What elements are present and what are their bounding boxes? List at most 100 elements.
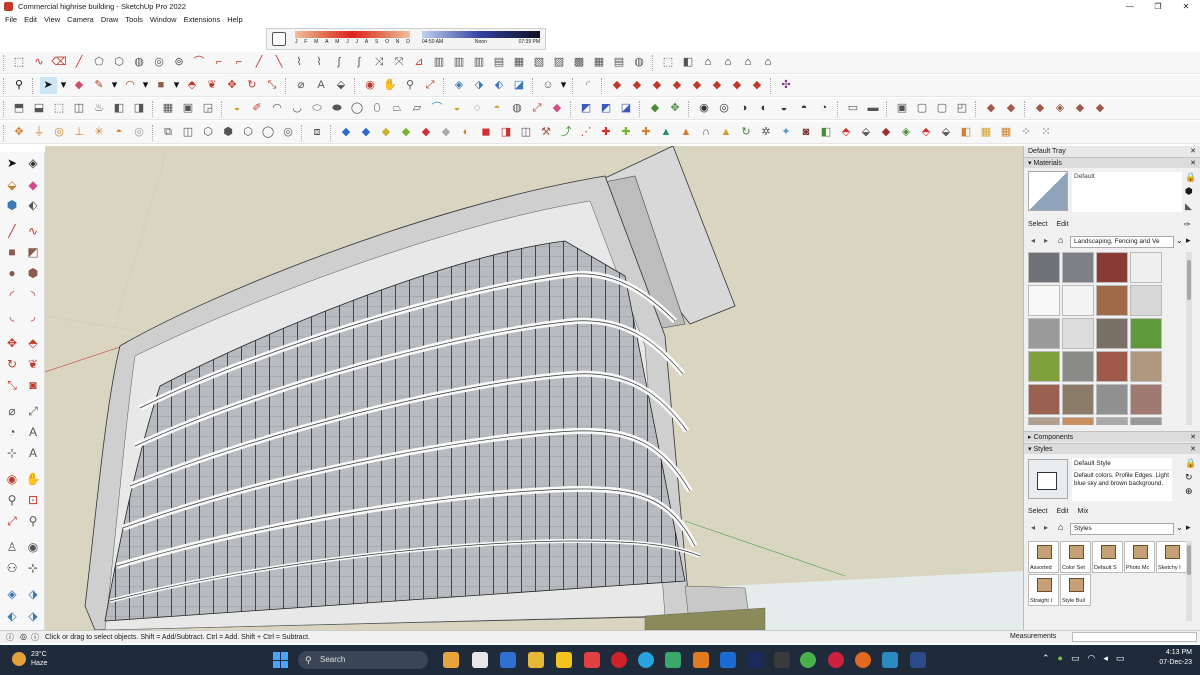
- zoom-icon[interactable]: ⚲: [3, 491, 21, 509]
- battery-icon[interactable]: ▭: [1116, 653, 1125, 664]
- profile-icon[interactable]: ⏥: [409, 100, 426, 117]
- maximize-button[interactable]: ❐: [1144, 0, 1172, 13]
- sweep-icon[interactable]: ⤧: [391, 54, 408, 71]
- style-folder-tile[interactable]: Default S: [1092, 541, 1123, 573]
- grid-icon[interactable]: ▦: [998, 124, 1015, 141]
- zoom-extents-icon[interactable]: ⤢: [3, 512, 21, 530]
- material-icon[interactable]: ◆: [1072, 100, 1089, 117]
- stairs-icon[interactable]: ▦: [511, 54, 528, 71]
- chevron-down-icon[interactable]: ▾: [560, 77, 568, 94]
- lock-icon[interactable]: 🔒: [1185, 458, 1196, 469]
- app-tray-icon[interactable]: ●: [1058, 653, 1063, 664]
- cog-icon[interactable]: ✲: [758, 124, 775, 141]
- component-icon[interactable]: ⬢: [3, 196, 21, 214]
- dots-icon[interactable]: ⁘: [1018, 124, 1035, 141]
- cube-icon[interactable]: ◫: [71, 100, 88, 117]
- materials-panel-header[interactable]: ▾ Materials ✕: [1024, 157, 1200, 168]
- sandbox-icon[interactable]: ◜: [580, 77, 597, 94]
- scale-icon[interactable]: ⤡: [3, 376, 21, 394]
- material-icon[interactable]: ◆: [1032, 100, 1049, 117]
- freehand-icon[interactable]: ∿: [31, 54, 48, 71]
- profile-icon[interactable]: ◯: [349, 100, 366, 117]
- profile-icon[interactable]: ◡: [289, 100, 306, 117]
- material-swatch[interactable]: [1096, 351, 1128, 382]
- taskbar-search[interactable]: ⚲ Search: [298, 651, 428, 669]
- previous-view-icon[interactable]: ⚲: [24, 512, 42, 530]
- tool-icon[interactable]: ⬙: [938, 124, 955, 141]
- paint-bucket-icon[interactable]: ⬙: [3, 176, 21, 194]
- opera-icon[interactable]: [611, 652, 627, 668]
- widgets-icon[interactable]: [443, 652, 459, 668]
- shape-icon[interactable]: ⊚: [171, 54, 188, 71]
- tile-icon[interactable]: ▤: [611, 54, 628, 71]
- arch-icon[interactable]: ∩: [698, 124, 715, 141]
- pan-icon[interactable]: ✋: [382, 77, 399, 94]
- file-explorer-icon[interactable]: [472, 652, 488, 668]
- curve-icon[interactable]: ∫: [331, 54, 348, 71]
- eraser-icon[interactable]: ◆: [24, 176, 42, 194]
- solid-tool-icon[interactable]: ◆: [709, 77, 726, 94]
- tab-mix[interactable]: Mix: [1078, 508, 1089, 515]
- lasso-icon[interactable]: ◈: [24, 154, 42, 172]
- measurements-input[interactable]: [1072, 632, 1197, 642]
- push-pull-icon[interactable]: ⬘: [184, 77, 201, 94]
- plus-icon[interactable]: ✚: [618, 124, 635, 141]
- line-icon[interactable]: ╱: [251, 54, 268, 71]
- credits-icon[interactable]: ⓘ: [31, 632, 39, 643]
- fence-icon[interactable]: ▥: [471, 54, 488, 71]
- follow-me-icon[interactable]: ❦: [24, 355, 42, 373]
- railing-icon[interactable]: ▧: [531, 54, 548, 71]
- tab-select[interactable]: Select: [1028, 508, 1047, 515]
- styles-scrollbar[interactable]: [1186, 541, 1192, 621]
- arc-icon[interactable]: ◟: [3, 307, 21, 325]
- eraser-icon[interactable]: ◆: [71, 77, 88, 94]
- pie-icon[interactable]: ◞: [24, 307, 42, 325]
- slice-icon[interactable]: ◩: [578, 100, 595, 117]
- material-swatch[interactable]: [1062, 384, 1094, 415]
- profile-icon[interactable]: ⬬: [329, 100, 346, 117]
- app-icon[interactable]: [693, 652, 709, 668]
- paint-icon[interactable]: ◒: [449, 100, 466, 117]
- cube-icon[interactable]: ◫: [180, 124, 197, 141]
- components-panel-header[interactable]: ▸ Components ✕: [1024, 431, 1200, 442]
- update-style-icon[interactable]: ↻: [1185, 472, 1193, 483]
- folder-icon[interactable]: [528, 652, 544, 668]
- material-swatch[interactable]: [1096, 252, 1128, 283]
- style-folder-tile[interactable]: Assorted: [1028, 541, 1059, 573]
- extension-warehouse-icon[interactable]: ⬗: [24, 585, 42, 603]
- fence-icon[interactable]: ▥: [431, 54, 448, 71]
- style-description[interactable]: Default colors. Profile Edges. Light blu…: [1072, 471, 1172, 501]
- material-swatch[interactable]: [1096, 285, 1128, 316]
- circle-icon[interactable]: ◎: [131, 124, 148, 141]
- material-swatch[interactable]: [1062, 318, 1094, 349]
- details-icon[interactable]: ▸: [1186, 522, 1191, 533]
- rotate-icon[interactable]: ↻: [3, 355, 21, 373]
- stop-icon[interactable]: ◨: [498, 124, 515, 141]
- zoom-icon[interactable]: ⚲: [402, 77, 419, 94]
- material-swatch[interactable]: [1130, 285, 1162, 316]
- eraser-icon[interactable]: ◆: [549, 100, 566, 117]
- corner-icon[interactable]: ⌐: [211, 54, 228, 71]
- profile-icon[interactable]: ◍: [509, 100, 526, 117]
- tool-icon[interactable]: ⬘: [918, 124, 935, 141]
- chevron-down-icon[interactable]: ▾: [60, 77, 68, 94]
- text-icon[interactable]: A: [313, 77, 330, 94]
- tool-icon[interactable]: ◆: [878, 124, 895, 141]
- menu-tools[interactable]: Tools: [125, 15, 143, 24]
- tool-icon[interactable]: ⚒: [538, 124, 555, 141]
- tool-icon[interactable]: ⤴: [558, 124, 575, 141]
- eyedropper-icon[interactable]: ✑: [1184, 220, 1191, 229]
- menu-edit[interactable]: Edit: [24, 15, 37, 24]
- clock[interactable]: 4:13 PM 07-Dec-23: [1159, 648, 1192, 668]
- chevron-up-icon[interactable]: ⌃: [1042, 653, 1050, 664]
- material-icon[interactable]: ◈: [1052, 100, 1069, 117]
- cone-icon[interactable]: ▲: [718, 124, 735, 141]
- weather-widget[interactable]: 23°C Haze: [12, 650, 47, 668]
- material-swatch[interactable]: [1028, 384, 1060, 415]
- model-viewport[interactable]: [45, 146, 1023, 630]
- snap-icon[interactable]: ✥: [11, 124, 28, 141]
- sphere-icon[interactable]: ◎: [280, 124, 297, 141]
- time-slider[interactable]: [422, 31, 540, 38]
- layout-icon[interactable]: ⬗: [24, 607, 42, 625]
- text-icon[interactable]: A: [24, 423, 42, 441]
